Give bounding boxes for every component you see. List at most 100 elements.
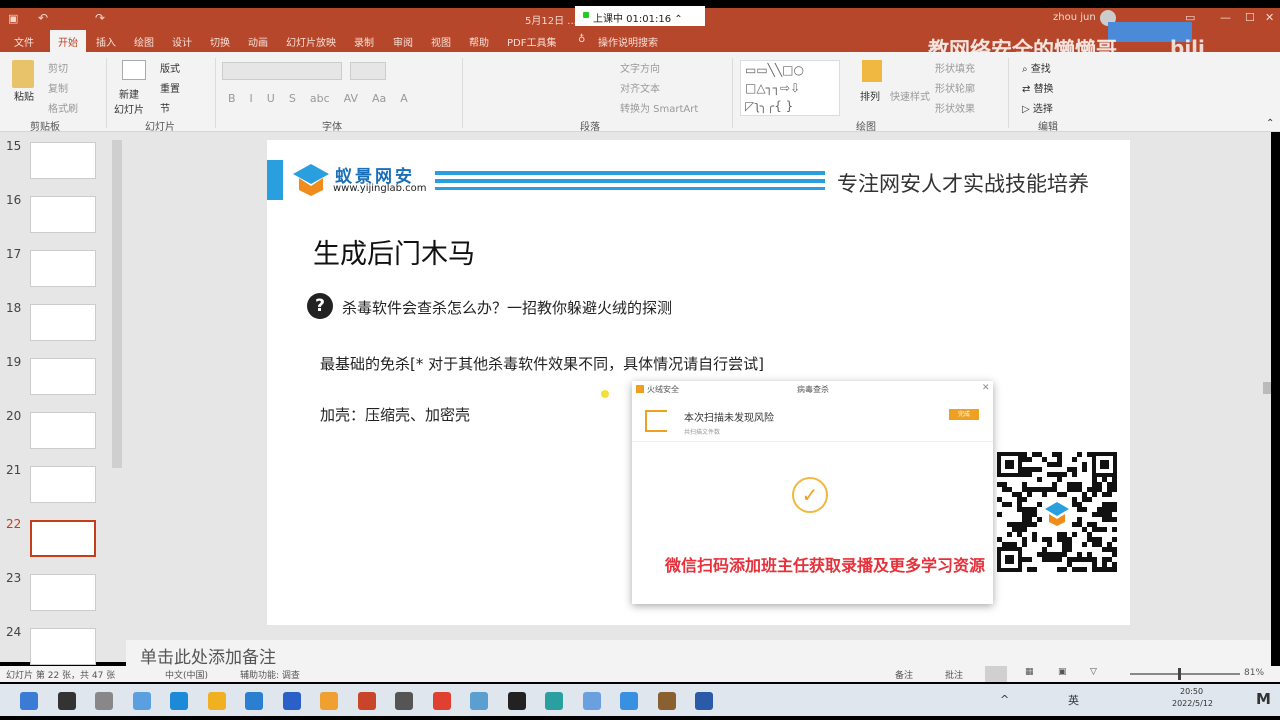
close-icon[interactable]: ✕ bbox=[1265, 11, 1274, 24]
change-case-button[interactable]: Aa bbox=[372, 92, 386, 105]
shape-effects-button[interactable]: 形状效果 bbox=[935, 100, 975, 115]
italic-button[interactable]: I bbox=[250, 92, 253, 105]
tab-view[interactable]: 视图 bbox=[431, 34, 451, 49]
reading-view-button[interactable]: ▣ bbox=[1058, 667, 1067, 677]
zoom-level[interactable]: 81% bbox=[1244, 668, 1264, 678]
tab-pdf-tools[interactable]: PDF工具集 bbox=[507, 34, 556, 49]
strikethrough-button[interactable]: S bbox=[289, 92, 296, 105]
slide-thumbnail[interactable] bbox=[30, 520, 96, 557]
app-icon[interactable] bbox=[545, 692, 563, 710]
layout-button[interactable]: 版式 bbox=[160, 60, 180, 75]
shape-fill-button[interactable]: 形状填充 bbox=[935, 60, 975, 75]
terminal-icon[interactable] bbox=[507, 692, 526, 710]
slide-thumbnail[interactable] bbox=[30, 358, 96, 395]
slide-thumbnail[interactable] bbox=[30, 412, 96, 449]
undo-icon[interactable]: ↶ bbox=[38, 11, 48, 25]
redo-icon[interactable]: ↷ bbox=[95, 11, 105, 25]
arrange-button[interactable]: 排列 bbox=[860, 88, 880, 103]
cut-button[interactable]: 剪切 bbox=[48, 60, 68, 75]
normal-view-button[interactable] bbox=[985, 666, 1007, 682]
start-icon[interactable] bbox=[20, 692, 38, 710]
slide-thumbnail[interactable] bbox=[30, 304, 96, 341]
zoom-slider[interactable] bbox=[1130, 668, 1240, 680]
notepad-icon[interactable] bbox=[470, 692, 488, 710]
convert-smartart-button[interactable]: 转换为 SmartArt bbox=[620, 100, 698, 115]
tell-me-search[interactable]: 操作说明搜索 bbox=[598, 34, 658, 49]
onedrive-icon[interactable] bbox=[132, 692, 151, 710]
clock-time[interactable]: 20:50 bbox=[1180, 687, 1203, 696]
class-timer[interactable]: 上课中 01:01:16 ⌃ bbox=[575, 6, 705, 26]
app-icon[interactable] bbox=[620, 692, 638, 710]
huorong-close-icon[interactable]: ✕ bbox=[982, 383, 990, 393]
slide-thumbnail[interactable] bbox=[30, 142, 96, 179]
word-icon[interactable] bbox=[695, 692, 713, 710]
thumbnail-scrollbar[interactable] bbox=[112, 140, 122, 468]
slideshow-button[interactable]: ▽ bbox=[1090, 667, 1097, 677]
clock-date[interactable]: 2022/5/12 bbox=[1172, 699, 1213, 708]
format-painter-button[interactable]: 格式刷 bbox=[48, 100, 78, 115]
text-direction-button[interactable]: 文字方向 bbox=[620, 60, 660, 75]
slide-thumbnail[interactable] bbox=[30, 574, 96, 611]
tab-record[interactable]: 录制 bbox=[354, 34, 374, 49]
comments-toggle[interactable]: 批注 bbox=[945, 668, 963, 681]
tab-help[interactable]: 帮助 bbox=[469, 34, 489, 49]
snipping-icon[interactable] bbox=[395, 692, 413, 710]
save-icon[interactable]: ▣ bbox=[8, 12, 18, 25]
align-text-button[interactable]: 对齐文本 bbox=[620, 80, 660, 95]
select-button[interactable]: ▷ 选择 bbox=[1022, 100, 1053, 115]
shapes-gallery[interactable]: ▭▭╲╲□○ □△┐┐⇨⇩ ◸ʅ╮╭{ } bbox=[740, 60, 840, 116]
section-button[interactable]: 节 bbox=[160, 100, 170, 115]
slide-thumbnail[interactable] bbox=[30, 628, 96, 665]
bold-button[interactable]: B bbox=[228, 92, 236, 105]
reset-button[interactable]: 重置 bbox=[160, 80, 180, 95]
task-view-icon[interactable] bbox=[95, 692, 113, 710]
replace-button[interactable]: ⇄ 替换 bbox=[1022, 80, 1054, 95]
slide-thumbnail[interactable] bbox=[30, 250, 96, 287]
tab-animations[interactable]: 动画 bbox=[248, 34, 268, 49]
tab-design[interactable]: 设计 bbox=[172, 34, 192, 49]
maximize-icon[interactable]: ☐ bbox=[1245, 11, 1255, 24]
powerpoint-icon[interactable] bbox=[357, 692, 376, 710]
shadow-button[interactable]: abc bbox=[310, 92, 330, 105]
slide-sorter-button[interactable]: ▦ bbox=[1025, 667, 1034, 677]
new-slide-button[interactable]: 新建 幻灯片 bbox=[114, 86, 144, 116]
slide-thumbnail[interactable] bbox=[30, 196, 96, 233]
tab-home[interactable]: 开始 bbox=[50, 30, 86, 52]
shape-outline-button[interactable]: 形状轮廓 bbox=[935, 80, 975, 95]
paste-button[interactable]: 粘贴 bbox=[14, 88, 34, 103]
collapse-ribbon-icon[interactable]: ⌃ bbox=[1266, 118, 1274, 129]
mail-icon[interactable] bbox=[245, 692, 263, 710]
font-size-select[interactable] bbox=[350, 62, 386, 80]
copy-button[interactable]: 复制 bbox=[48, 80, 68, 95]
accessibility-status[interactable]: 辅助功能: 调查 bbox=[240, 668, 300, 681]
find-button[interactable]: ⌕ 查找 bbox=[1022, 60, 1051, 75]
tab-transitions[interactable]: 切换 bbox=[210, 34, 230, 49]
tab-draw[interactable]: 绘图 bbox=[134, 34, 154, 49]
notes-pane[interactable]: 单击此处添加备注 bbox=[126, 640, 1271, 668]
font-color-button[interactable]: A bbox=[400, 92, 408, 105]
minimize-icon[interactable]: — bbox=[1220, 11, 1231, 24]
underline-button[interactable]: U bbox=[267, 92, 275, 105]
tray-overflow-icon[interactable]: ^ bbox=[1000, 693, 1009, 706]
app-icon[interactable] bbox=[320, 692, 338, 710]
spacing-button[interactable]: AV bbox=[344, 92, 358, 105]
tab-insert[interactable]: 插入 bbox=[96, 34, 116, 49]
baidu-netdisk-icon[interactable] bbox=[582, 692, 601, 710]
tab-slideshow[interactable]: 幻灯片放映 bbox=[286, 34, 336, 49]
app-icon[interactable] bbox=[282, 692, 301, 710]
finish-button[interactable]: 完成 bbox=[949, 409, 979, 420]
chrome-icon[interactable] bbox=[432, 692, 451, 710]
slide-thumbnail[interactable] bbox=[30, 466, 96, 503]
search-icon[interactable] bbox=[57, 692, 76, 710]
file-explorer-icon[interactable] bbox=[207, 692, 226, 710]
app-icon[interactable] bbox=[657, 692, 676, 710]
quick-styles-button[interactable]: 快速样式 bbox=[890, 88, 930, 103]
workspace-scrollbar[interactable] bbox=[1263, 382, 1271, 394]
ime-indicator[interactable]: 英 bbox=[1068, 692, 1079, 708]
language-status[interactable]: 中文(中国) bbox=[165, 668, 208, 681]
tab-file[interactable]: 文件 bbox=[14, 34, 34, 49]
notes-toggle[interactable]: 备注 bbox=[895, 668, 913, 681]
font-name-select[interactable] bbox=[222, 62, 342, 80]
edge-icon[interactable] bbox=[170, 692, 188, 710]
notification-icon[interactable]: M bbox=[1256, 690, 1271, 708]
